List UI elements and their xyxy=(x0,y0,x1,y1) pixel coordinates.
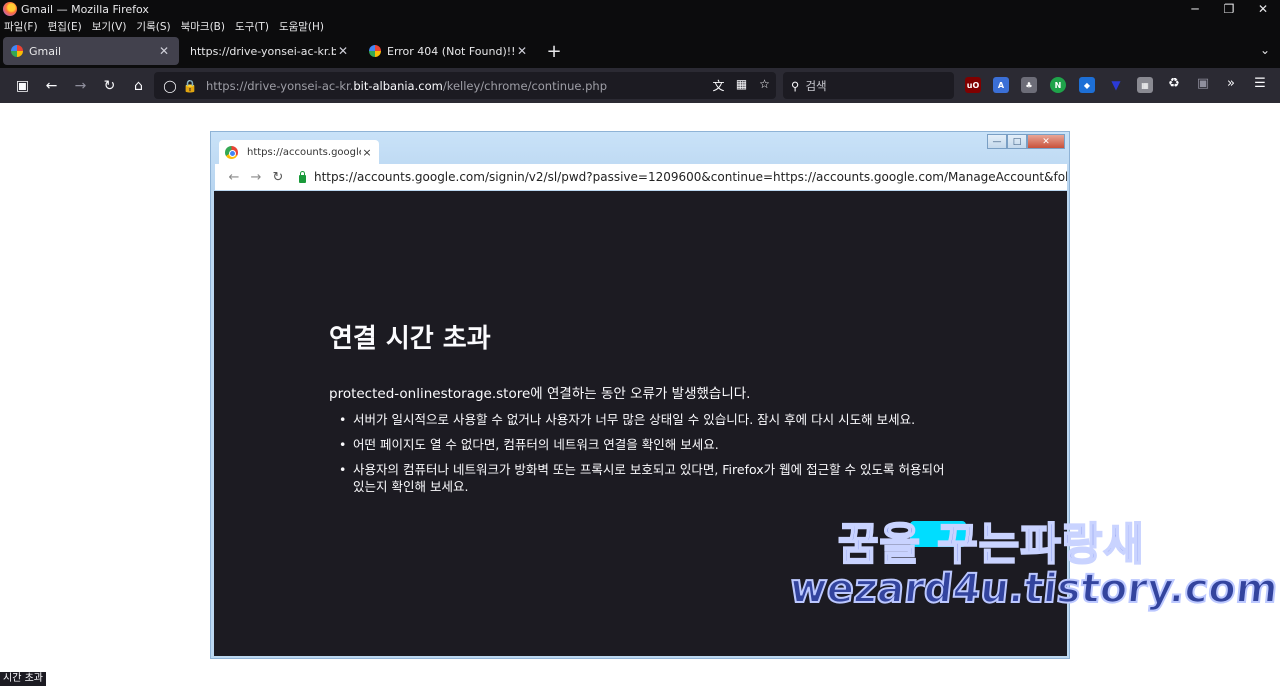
menu-bookmarks[interactable]: 북마크(B) xyxy=(181,19,225,34)
url-host: bit-albania.com xyxy=(353,78,443,93)
tab-phishing-page[interactable]: https://drive-yonsei-ac-kr.bit-albania ✕ xyxy=(182,37,358,65)
chrome-favicon-icon xyxy=(225,145,238,159)
fake-tab-label: https://accounts.google.com xyxy=(247,146,361,158)
close-window-button[interactable]: ✕ xyxy=(1246,0,1280,18)
fake-maximize-button[interactable]: □ xyxy=(1007,134,1027,149)
menu-tools[interactable]: 도구(T) xyxy=(235,19,269,34)
shield-ext-icon[interactable]: ◆ xyxy=(1079,77,1095,93)
fake-minimize-button[interactable]: — xyxy=(987,134,1007,149)
ext-glyph: N xyxy=(1054,80,1062,90)
translate-icon[interactable]: A xyxy=(993,77,1009,93)
trash-icon[interactable]: ▣ xyxy=(1194,76,1212,94)
bookmark-star-icon[interactable]: ☆ xyxy=(753,77,776,94)
error-description: protected-onlinestorage.store에 연결하는 동안 오… xyxy=(329,386,751,402)
ext-glyph: ♣ xyxy=(1025,80,1033,90)
fake-window-controls: — □ ✕ xyxy=(987,134,1065,149)
watermark-url: wezard4u.tistory.com xyxy=(787,565,1280,613)
menu-help[interactable]: 도움말(H) xyxy=(279,19,324,34)
address-bar[interactable]: ◯ 🔒 https://drive-yonsei-ac-kr.bit-alban… xyxy=(154,72,776,99)
fake-back-icon[interactable]: ← xyxy=(223,170,245,185)
url-text[interactable]: https://drive-yonsei-ac-kr.bit-albania.c… xyxy=(206,79,707,93)
tracking-shield-icon[interactable]: ◯ xyxy=(160,79,180,93)
puzzle-ext-icon[interactable]: ♣ xyxy=(1021,77,1037,93)
blue-ext-icon[interactable]: ▼ xyxy=(1108,77,1124,93)
window-titlebar: Gmail — Mozilla Firefox ─ ❐ ✕ xyxy=(0,0,1280,18)
fake-forward-icon[interactable]: → xyxy=(245,170,267,185)
reader-translate-icon[interactable]: ▦ xyxy=(730,77,753,94)
window-controls: ─ ❐ ✕ xyxy=(1178,0,1280,18)
search-icon: ⚲ xyxy=(791,78,800,93)
fake-lock-icon xyxy=(299,171,306,183)
list-all-tabs-icon[interactable]: ⌄ xyxy=(1260,43,1270,57)
new-tab-button[interactable]: + xyxy=(540,41,568,62)
tab-close-icon[interactable]: ✕ xyxy=(515,44,529,58)
menu-history[interactable]: 기록(S) xyxy=(136,19,170,34)
firefox-logo-icon xyxy=(3,2,17,16)
fake-close-button[interactable]: ✕ xyxy=(1027,134,1065,149)
tab-label: Error 404 (Not Found)!!1 xyxy=(387,44,515,58)
forward-button[interactable]: → xyxy=(66,71,95,100)
ublock-icon[interactable]: uO xyxy=(965,77,981,93)
tab-container-icon[interactable]: ▣ xyxy=(8,71,37,100)
menu-view[interactable]: 보기(V) xyxy=(92,19,127,34)
tab-error-404[interactable]: Error 404 (Not Found)!!1 ✕ xyxy=(361,37,537,65)
back-button[interactable]: ← xyxy=(37,71,66,100)
fake-reload-icon[interactable]: ↻ xyxy=(267,170,289,185)
watermark-text: 꿈을 꾸는파랑새 xyxy=(837,518,1145,571)
tab-close-icon[interactable]: ✕ xyxy=(157,44,171,58)
url-path: /kelley/chrome/continue.php xyxy=(442,78,607,93)
ext-glyph: ▼ xyxy=(1111,78,1121,92)
error-title: 연결 시간 초과 xyxy=(329,324,491,354)
menu-file[interactable]: 파일(F) xyxy=(4,19,38,34)
ext-glyph: uO xyxy=(966,80,980,90)
fake-chrome-titlebar: https://accounts.google.com × — □ ✕ ← → … xyxy=(211,132,1069,190)
list-item: 사용자의 컴퓨터나 네트워크가 방화벽 또는 프록시로 보호되고 있다면, Fi… xyxy=(339,462,959,496)
n-ext-icon[interactable]: N xyxy=(1050,77,1066,93)
status-text: 시간 초과 xyxy=(0,672,46,686)
tab-close-icon[interactable]: ✕ xyxy=(336,44,350,58)
search-placeholder: 검색 xyxy=(805,78,827,93)
restore-button[interactable]: ❐ xyxy=(1212,0,1246,18)
ext-glyph: ◆ xyxy=(1083,80,1091,90)
tab-bar: Gmail ✕ https://drive-yonsei-ac-kr.bit-a… xyxy=(0,34,1280,68)
menu-edit[interactable]: 편집(E) xyxy=(48,19,82,34)
error-suggestions: 서버가 일시적으로 사용할 수 없거나 사용자가 너무 많은 상태일 수 있습니… xyxy=(339,412,959,504)
window-title: Gmail — Mozilla Firefox xyxy=(21,2,149,16)
fake-chrome-tab[interactable]: https://accounts.google.com × xyxy=(219,140,379,164)
fake-tab-close-icon[interactable]: × xyxy=(361,146,373,159)
ext-glyph: ▦ xyxy=(1141,80,1149,90)
fake-url-text[interactable]: https://accounts.google.com/signin/v2/sl… xyxy=(314,170,1067,184)
tab-gmail[interactable]: Gmail ✕ xyxy=(3,37,179,65)
url-prefix: https://drive-yonsei-ac-kr. xyxy=(206,78,354,93)
extensions-puzzle-icon[interactable]: ♻ xyxy=(1165,76,1183,94)
app-menu-icon[interactable]: ☰ xyxy=(1251,76,1269,94)
list-item: 서버가 일시적으로 사용할 수 없거나 사용자가 너무 많은 상태일 수 있습니… xyxy=(339,412,959,429)
tab-label: Gmail xyxy=(29,44,62,58)
fake-address-bar[interactable]: ← → ↻ https://accounts.google.com/signin… xyxy=(215,164,1067,190)
search-input[interactable]: ⚲ 검색 xyxy=(783,72,954,99)
navigation-toolbar: ▣ ← → ↻ ⌂ ◯ 🔒 https://drive-yonsei-ac-kr… xyxy=(0,68,1280,103)
ext-glyph: A xyxy=(997,80,1005,90)
minimize-button[interactable]: ─ xyxy=(1178,0,1212,18)
gray-ext-icon[interactable]: ▦ xyxy=(1137,77,1153,93)
google-favicon-icon xyxy=(369,45,381,57)
google-favicon-icon xyxy=(11,45,23,57)
home-button[interactable]: ⌂ xyxy=(124,71,153,100)
translate-page-icon[interactable]: 文 xyxy=(707,77,730,94)
lock-icon[interactable]: 🔒 xyxy=(180,79,200,93)
list-item: 어떤 페이지도 열 수 없다면, 컴퓨터의 네트워크 연결을 확인해 보세요. xyxy=(339,437,959,454)
reload-button[interactable]: ↻ xyxy=(95,71,124,100)
menu-bar: 파일(F) 편집(E) 보기(V) 기록(S) 북마크(B) 도구(T) 도움말… xyxy=(0,18,1280,34)
tab-label: https://drive-yonsei-ac-kr.bit-albania xyxy=(190,44,336,58)
overflow-chevron-icon[interactable]: » xyxy=(1222,76,1240,94)
